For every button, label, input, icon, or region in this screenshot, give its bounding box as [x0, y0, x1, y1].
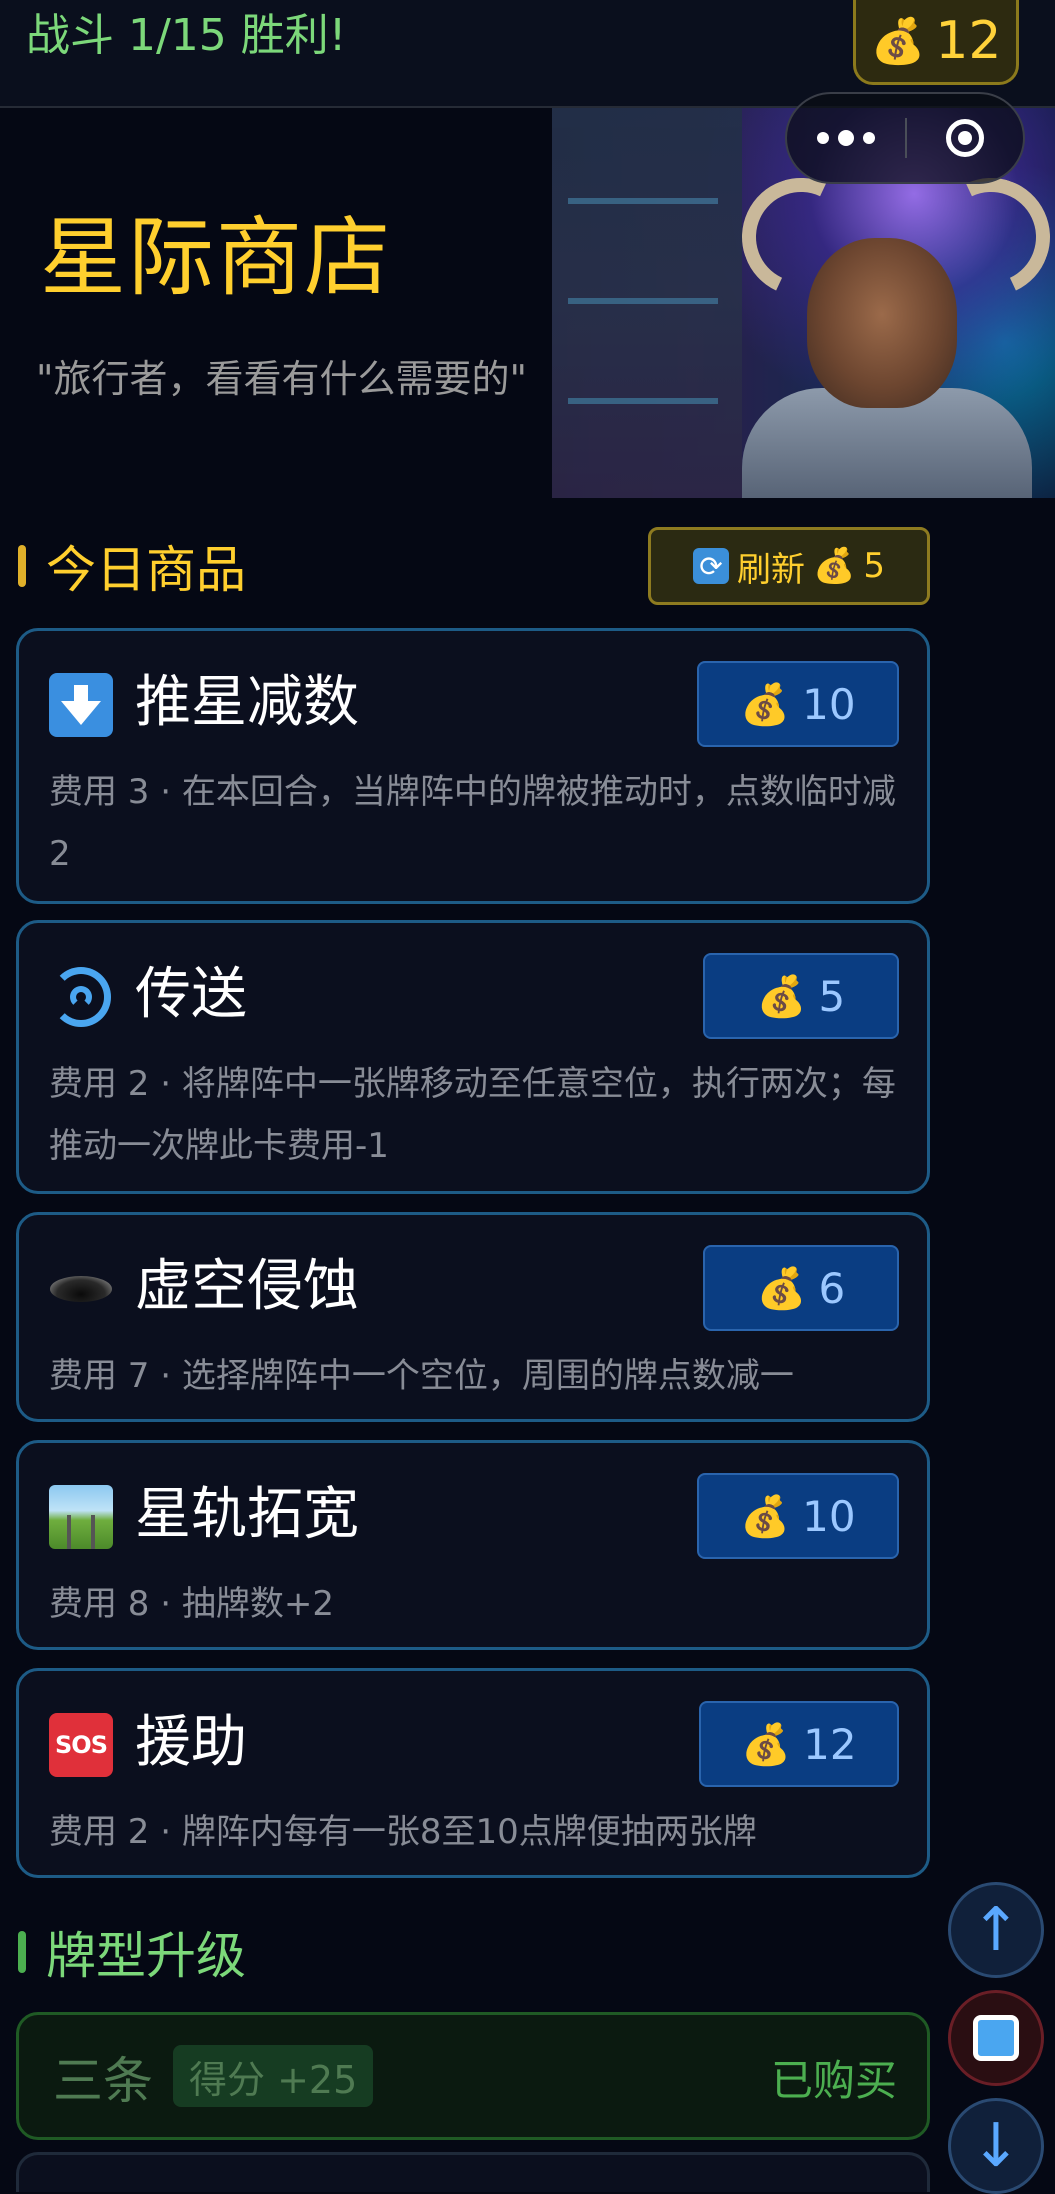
item-description: 费用 2 · 将牌阵中一张牌移动至任意空位，执行两次；每推动一次牌此卡费用-1 [49, 1064, 896, 1166]
section-bar [18, 1931, 26, 1973]
railway-icon [49, 1485, 113, 1549]
refresh-button[interactable]: ⟳ 刷新 💰 5 [648, 527, 930, 605]
stop-button[interactable] [948, 1990, 1044, 2086]
section-bar [18, 545, 26, 587]
money-bag-icon: 💰 [740, 1493, 791, 1540]
section-title: 今日商品 [46, 541, 246, 599]
shop-item-card[interactable]: SOS 援助 💰 12 费用 2 · 牌阵内每有一张8至10点牌便抽两张牌 [16, 1668, 930, 1878]
money-bag-icon: 💰 [870, 16, 926, 67]
coin-balance-badge: 💰 12 [853, 0, 1019, 85]
money-bag-icon: 💰 [740, 681, 791, 728]
down-arrow-icon [49, 673, 113, 737]
shop-item-card[interactable]: 传送 💰 5 费用 2 · 将牌阵中一张牌移动至任意空位，执行两次；每推动一次牌… [16, 920, 930, 1194]
item-description: 费用 2 · 牌阵内每有一张8至10点牌便抽两张牌 [49, 1812, 757, 1852]
hole-icon [49, 1257, 113, 1321]
buy-price-button[interactable]: 💰 12 [699, 1701, 899, 1787]
shop-shelf [552, 108, 742, 498]
stop-icon [973, 2015, 1019, 2061]
upgrades-header: 牌型升级 [18, 1922, 246, 1985]
item-name: 虚空侵蚀 [135, 1254, 359, 1319]
item-name: 传送 [135, 962, 247, 1027]
miniprogram-capsule [785, 92, 1025, 184]
money-bag-icon: 💰 [756, 973, 807, 1020]
scroll-up-button[interactable]: ↑ [948, 1882, 1044, 1978]
score-bonus-badge: 得分 +25 [173, 2045, 374, 2107]
item-price: 6 [818, 1263, 846, 1313]
bull-head [807, 238, 957, 408]
swirl-icon [49, 965, 113, 1029]
shop-quote: "旅行者，看看有什么需要的" [36, 357, 527, 401]
shop-item-card[interactable]: 虚空侵蚀 💰 6 费用 7 · 选择牌阵中一个空位，周围的牌点数减一 [16, 1212, 930, 1422]
item-name: 星轨拓宽 [135, 1482, 359, 1547]
refresh-label: 刷新 [737, 549, 805, 590]
upgrade-name: 三条 [53, 2052, 153, 2110]
item-description: 费用 7 · 选择牌阵中一个空位，周围的牌点数减一 [49, 1356, 794, 1396]
section-title: 牌型升级 [46, 1927, 246, 1985]
item-name: 援助 [135, 1710, 247, 1775]
purchased-status: 已购买 [770, 2056, 897, 2105]
money-bag-icon: 💰 [756, 1265, 807, 1312]
buy-price-button[interactable]: 💰 10 [697, 661, 899, 747]
scroll-down-button[interactable]: ↓ [948, 2098, 1044, 2194]
money-bag-icon: 💰 [813, 546, 856, 586]
item-description: 费用 3 · 在本回合，当牌阵中的牌被推动时，点数临时减2 [49, 772, 896, 874]
item-price: 5 [818, 971, 846, 1021]
buy-price-button[interactable]: 💰 6 [703, 1245, 899, 1331]
shop-item-card[interactable]: 星轨拓宽 💰 10 费用 8 · 抽牌数+2 [16, 1440, 930, 1650]
refresh-icon: ⟳ [693, 548, 729, 584]
shop-item-card[interactable]: 推星减数 💰 10 费用 3 · 在本回合，当牌阵中的牌被推动时，点数临时减2 [16, 628, 930, 904]
shop-title: 星际商店 [40, 208, 392, 308]
upgrade-item-card[interactable]: 三条 得分 +25 已购买 [16, 2012, 930, 2140]
item-price: 12 [803, 1719, 857, 1769]
arrow-down-icon: ↓ [970, 2111, 1022, 2181]
item-price: 10 [802, 1491, 856, 1541]
sos-icon: SOS [49, 1713, 113, 1777]
today-items-header: 今日商品 [18, 536, 246, 599]
next-upgrade-card[interactable] [16, 2152, 930, 2192]
close-miniprogram-button[interactable] [907, 119, 1023, 157]
item-description: 费用 8 · 抽牌数+2 [49, 1584, 334, 1624]
more-options-icon[interactable] [787, 130, 905, 146]
target-icon [946, 119, 984, 157]
battle-status: 战斗 1/15 胜利! [26, 10, 347, 61]
refresh-cost: 5 [863, 546, 885, 586]
arrow-up-icon: ↑ [970, 1895, 1022, 1965]
item-price: 10 [802, 679, 856, 729]
item-name: 推星减数 [135, 670, 359, 735]
money-bag-icon: 💰 [741, 1721, 792, 1768]
buy-price-button[interactable]: 💰 10 [697, 1473, 899, 1559]
coin-balance-value: 12 [935, 11, 1002, 71]
buy-price-button[interactable]: 💰 5 [703, 953, 899, 1039]
